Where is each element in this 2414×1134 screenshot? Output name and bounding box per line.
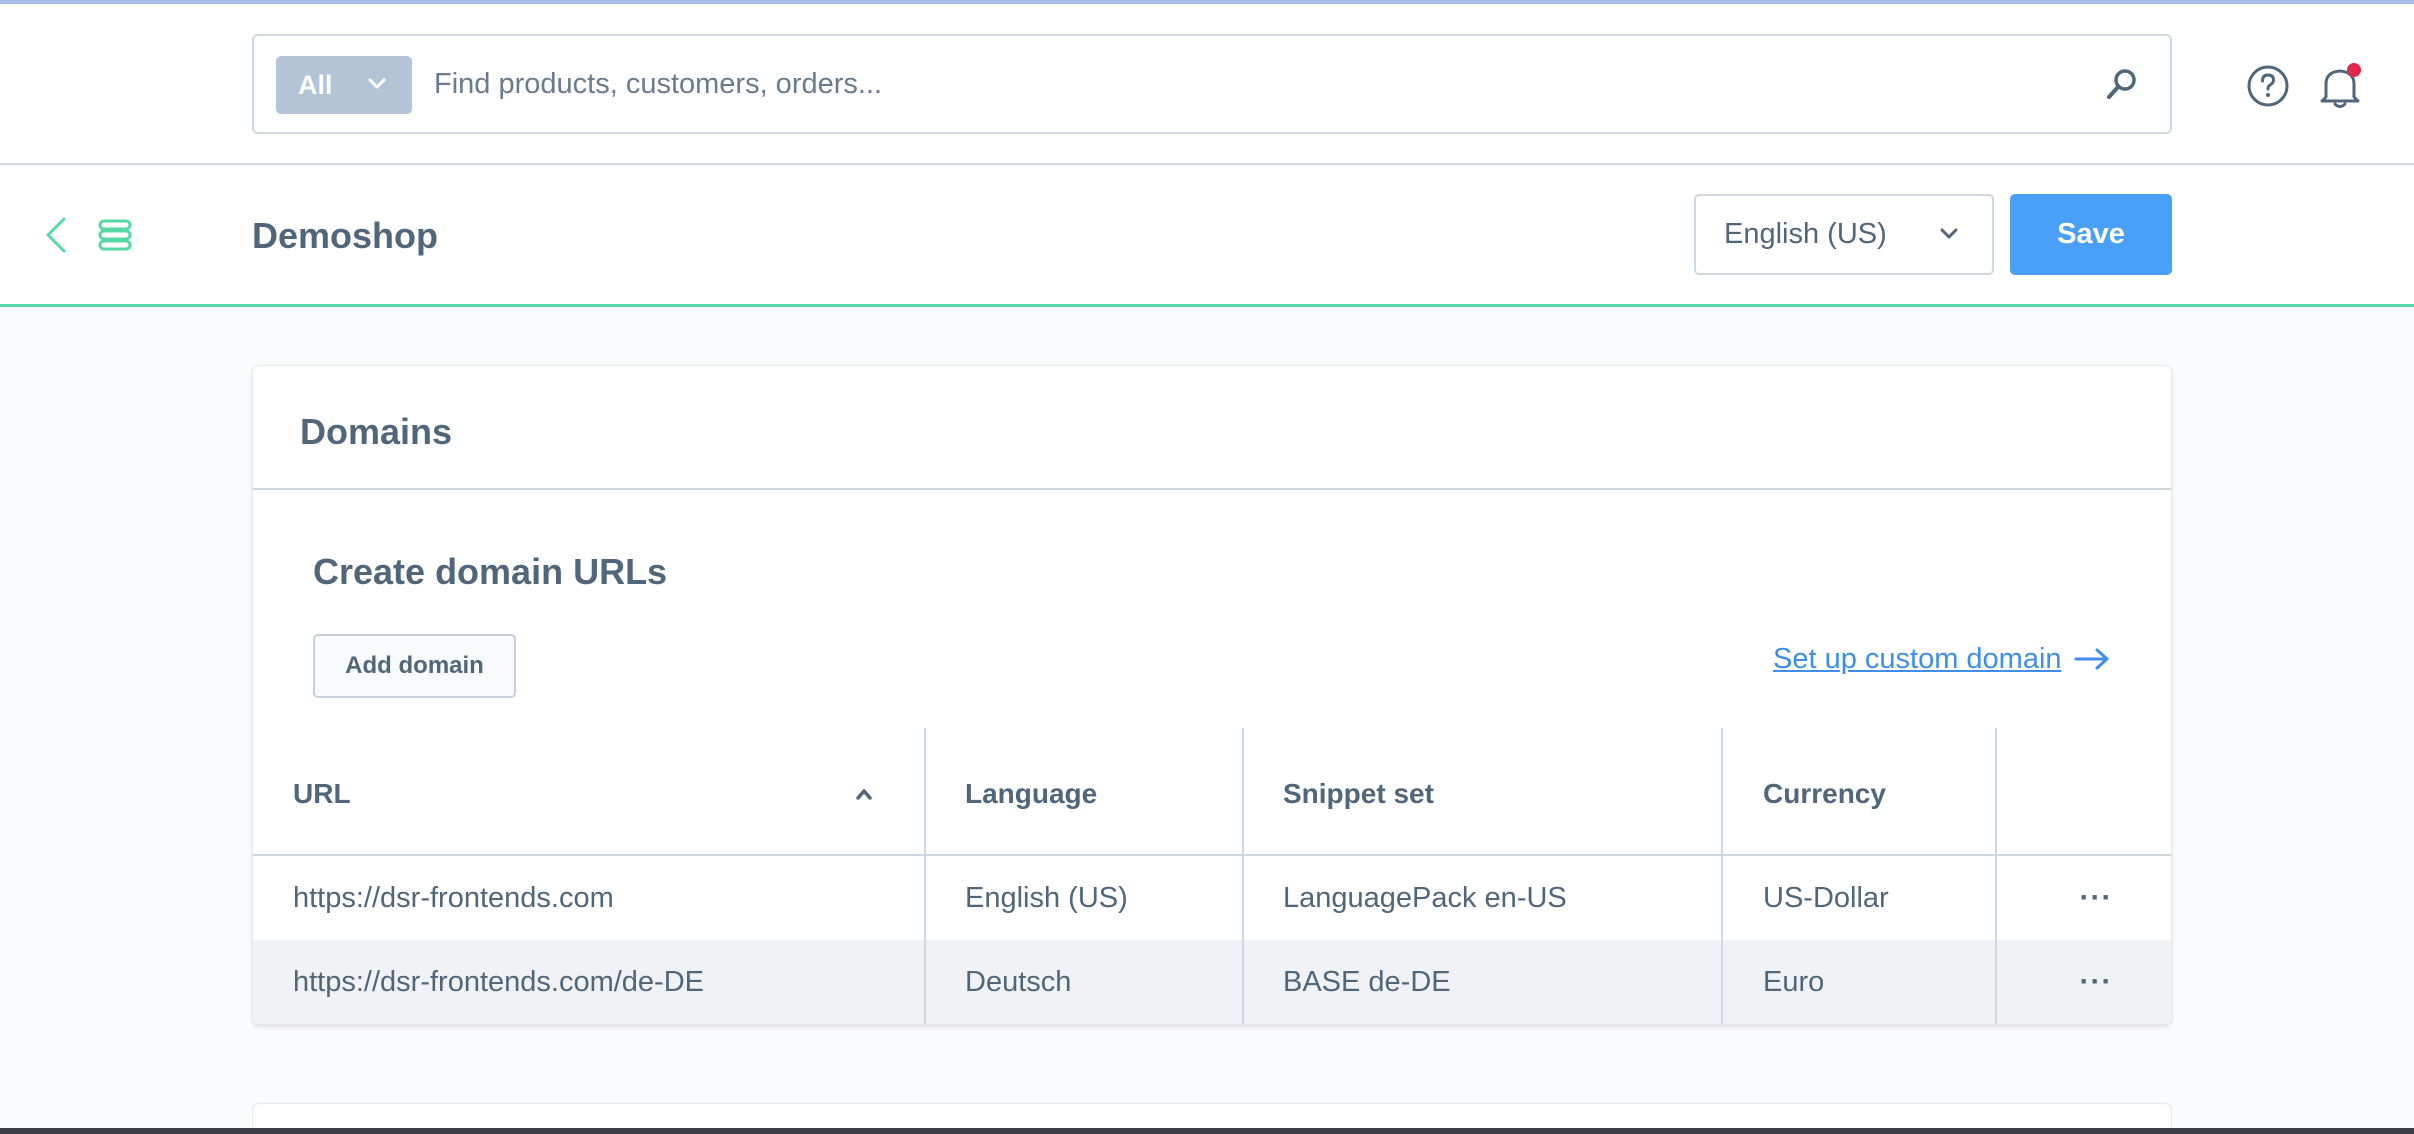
search-input[interactable] — [434, 36, 2034, 132]
search-type-dropdown[interactable]: All — [276, 56, 412, 114]
column-divider — [1242, 728, 1244, 1024]
cell-snippet-set: BASE de-DE — [1283, 965, 1451, 998]
save-button[interactable]: Save — [2010, 194, 2172, 275]
cell-language: English (US) — [965, 881, 1128, 914]
search-icon[interactable] — [2104, 66, 2140, 102]
column-divider — [1995, 728, 1997, 1024]
card-header: Domains — [253, 366, 2171, 490]
language-switch-value: English (US) — [1724, 218, 1887, 250]
row-actions-button[interactable]: ··· — [2071, 940, 2121, 1024]
cell-currency: Euro — [1763, 965, 1825, 998]
column-header-snippet-set[interactable]: Snippet set — [1283, 728, 1723, 854]
cell-url: https://dsr-frontends.com/de-DE — [293, 965, 704, 998]
column-header-url[interactable]: URL — [293, 728, 893, 854]
card-title: Domains — [300, 411, 453, 452]
section-title: Create domain URLs — [313, 551, 668, 592]
row-actions-button[interactable]: ··· — [2071, 856, 2121, 940]
help-icon[interactable] — [2246, 64, 2290, 108]
custom-domain-link[interactable]: Set up custom domain — [1773, 634, 2110, 684]
smart-bar: Demoshop English (US) Save — [0, 167, 2414, 307]
domains-card: Domains Create domain URLs Add domain Se… — [252, 365, 2172, 1025]
sales-channel-icon — [98, 219, 132, 251]
column-header-currency[interactable]: Currency — [1763, 728, 2023, 854]
chevron-down-icon — [1940, 228, 1958, 239]
chevron-down-icon — [368, 78, 386, 89]
cell-currency: US-Dollar — [1763, 881, 1889, 914]
top-bar: All — [0, 4, 2414, 165]
search-type-label: All — [298, 69, 333, 100]
cell-language: Deutsch — [965, 965, 1072, 998]
arrow-right-icon — [2074, 648, 2109, 670]
language-switch[interactable]: English (US) — [1694, 194, 1994, 275]
table-row: https://dsr-frontends.com/de-DE Deutsch … — [253, 940, 2171, 1024]
add-domain-button[interactable]: Add domain — [313, 634, 516, 698]
bottom-edge — [0, 1128, 2414, 1134]
column-header-language[interactable]: Language — [965, 728, 1265, 854]
global-search: All — [252, 34, 2172, 134]
column-divider — [1721, 728, 1723, 1024]
table-row: https://dsr-frontends.com English (US) L… — [253, 856, 2171, 940]
page-title: Demoshop — [252, 215, 439, 256]
sort-ascending-icon[interactable] — [855, 788, 873, 800]
column-divider — [924, 728, 926, 1024]
table-header-row: URL Language Snippet set Currency — [253, 728, 2171, 856]
cell-snippet-set: LanguagePack en-US — [1283, 881, 1567, 914]
custom-domain-link-label: Set up custom domain — [1773, 642, 2062, 675]
back-arrow-icon[interactable] — [44, 215, 68, 255]
cell-url: https://dsr-frontends.com — [293, 881, 614, 914]
notification-bell-icon[interactable] — [2318, 62, 2362, 110]
